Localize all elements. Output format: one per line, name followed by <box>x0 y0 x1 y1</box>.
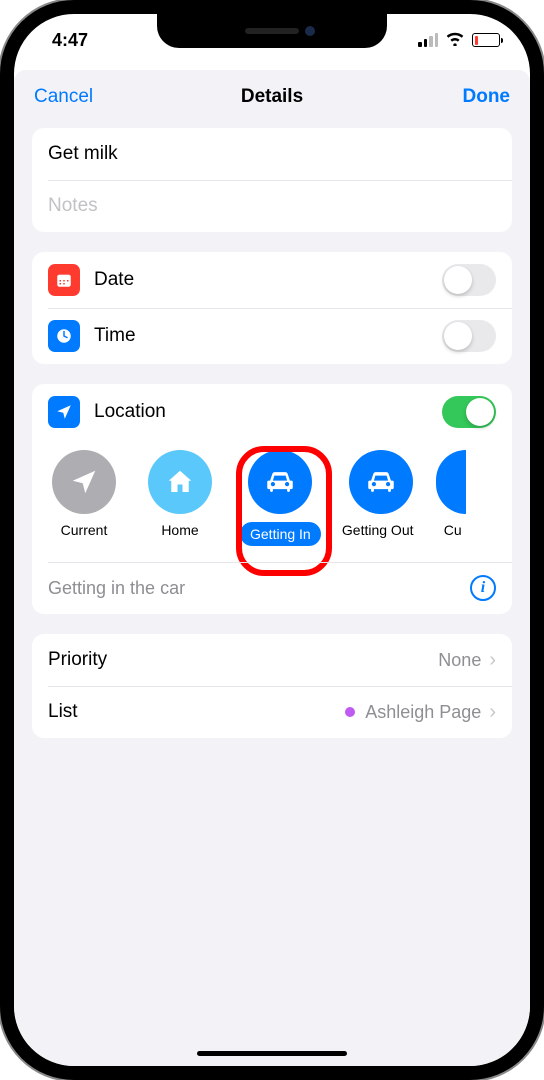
wifi-icon <box>445 30 465 51</box>
location-icon <box>48 396 80 428</box>
date-time-group: Date Time <box>32 252 512 364</box>
done-button[interactable]: Done <box>440 86 510 108</box>
notch <box>157 14 387 48</box>
location-option-label: Home <box>161 522 198 538</box>
location-row[interactable]: Location <box>32 384 512 440</box>
cancel-button[interactable]: Cancel <box>34 86 104 108</box>
title-input[interactable] <box>48 143 496 165</box>
list-label: List <box>48 701 345 723</box>
date-row[interactable]: Date <box>32 252 512 308</box>
priority-label: Priority <box>48 649 438 671</box>
list-value: Ashleigh Page <box>365 702 481 723</box>
navbar: Cancel Details Done <box>14 70 530 124</box>
location-label: Location <box>94 401 442 423</box>
car-icon <box>349 450 413 514</box>
content: Notes Date Time <box>14 124 530 762</box>
home-icon <box>148 450 212 514</box>
cellular-icon <box>418 33 438 47</box>
location-detail-row[interactable]: Getting in the car i <box>32 562 512 614</box>
list-row[interactable]: List Ashleigh Page › <box>32 686 512 738</box>
title-row[interactable] <box>32 128 512 180</box>
priority-list-group: Priority None › List Ashleigh Page › <box>32 634 512 738</box>
location-option-label: Current <box>61 522 108 538</box>
status-time: 4:47 <box>52 30 88 51</box>
arrow-icon <box>52 450 116 514</box>
priority-row[interactable]: Priority None › <box>32 634 512 686</box>
chevron-right-icon: › <box>489 701 496 724</box>
title-notes-group: Notes <box>32 128 512 232</box>
location-detail-text: Getting in the car <box>48 578 470 599</box>
home-indicator[interactable] <box>197 1051 347 1056</box>
screen: Cancel Details Done Notes Date <box>14 70 530 1070</box>
location-option-label: Getting In <box>240 522 321 546</box>
date-toggle[interactable] <box>442 264 496 296</box>
location-group: Location Current Home <box>32 384 512 614</box>
location-option-custom[interactable]: Cu <box>441 450 471 546</box>
custom-icon <box>436 450 466 514</box>
location-option-getting-in[interactable]: Getting In <box>240 450 321 546</box>
notes-placeholder: Notes <box>48 195 98 217</box>
location-option-label: Cu <box>444 522 462 538</box>
location-options[interactable]: Current Home Getting In <box>32 440 512 562</box>
location-option-home[interactable]: Home <box>144 450 216 546</box>
list-color-dot <box>345 707 355 717</box>
phone-frame: 4:47 Cancel Details Done Notes <box>0 0 544 1080</box>
status-icons <box>418 30 500 51</box>
location-option-label: Getting Out <box>342 522 414 538</box>
time-row[interactable]: Time <box>32 308 512 364</box>
location-option-current[interactable]: Current <box>48 450 120 546</box>
time-label: Time <box>94 325 442 347</box>
time-toggle[interactable] <box>442 320 496 352</box>
battery-icon <box>472 33 500 47</box>
location-toggle[interactable] <box>442 396 496 428</box>
car-icon <box>248 450 312 514</box>
notes-row[interactable]: Notes <box>32 180 512 232</box>
clock-icon <box>48 320 80 352</box>
location-option-getting-out[interactable]: Getting Out <box>345 450 417 546</box>
chevron-right-icon: › <box>489 649 496 672</box>
info-icon[interactable]: i <box>470 575 496 601</box>
priority-value: None <box>438 650 481 671</box>
date-label: Date <box>94 269 442 291</box>
page-title: Details <box>241 86 303 108</box>
calendar-icon <box>48 264 80 296</box>
